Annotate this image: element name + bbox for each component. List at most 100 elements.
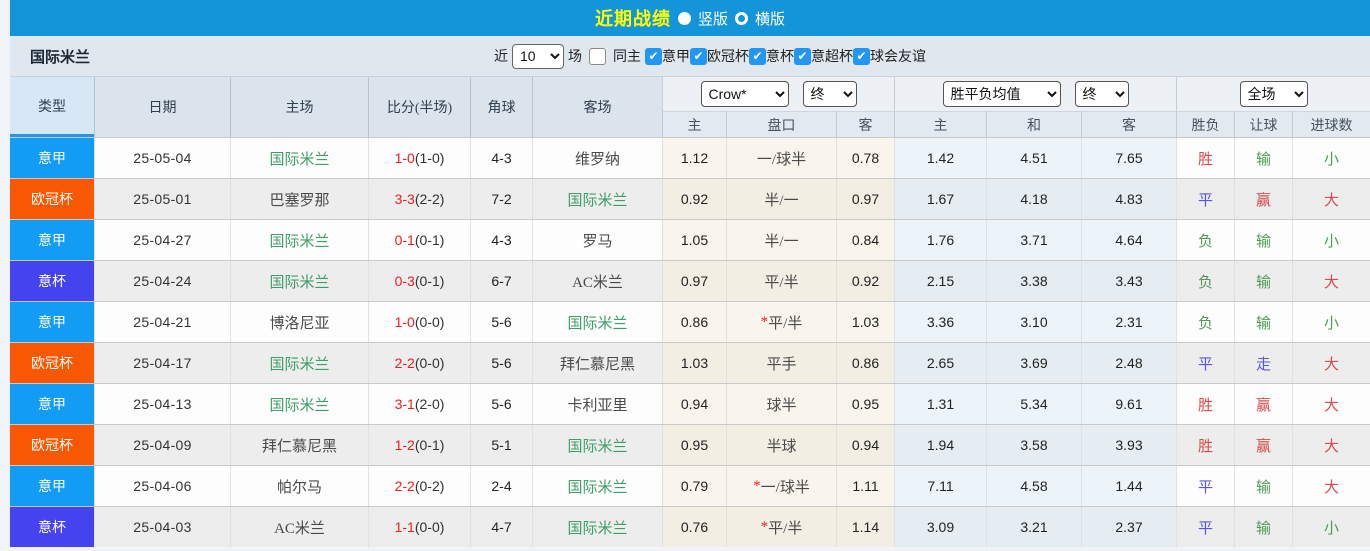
fulltime-score: 0-3 [394, 273, 415, 289]
header-corner[interactable]: 角球 [470, 77, 532, 137]
avg-draw-odds: 4.51 [986, 138, 1081, 178]
result-goals: 大 [1292, 384, 1370, 424]
league-checkbox-ucl[interactable]: ✔ [690, 47, 707, 65]
same-home-label: 同主 [613, 48, 641, 64]
odds-home: 0.76 [662, 507, 726, 547]
score-cell: 3-3 (2-2) [368, 179, 470, 219]
avg-win-odds: 1.76 [894, 220, 986, 260]
home-team: 巴塞罗那 [230, 179, 368, 219]
league-badge: 意甲 [10, 466, 94, 506]
match-date: 25-05-04 [94, 138, 230, 178]
league-badge: 意甲 [10, 302, 94, 342]
odds-away: 0.84 [836, 220, 894, 260]
result-goals: 小 [1292, 507, 1370, 547]
layout-radio-horizontal[interactable]: 横版 [735, 8, 785, 29]
live-star-icon: * [760, 518, 769, 535]
away-team: 国际米兰 [532, 425, 662, 465]
league-badge: 意杯 [10, 261, 94, 301]
halftime-score: (0-0) [414, 314, 445, 330]
corner-score: 4-3 [470, 138, 532, 178]
corner-score: 5-6 [470, 343, 532, 383]
home-team: 国际米兰 [230, 343, 368, 383]
result-wdl: 负 [1176, 302, 1234, 342]
avg-win-odds: 2.15 [894, 261, 986, 301]
result-goals: 小 [1292, 302, 1370, 342]
result-handicap: 输 [1234, 220, 1292, 260]
league-checkbox-friendly[interactable]: ✔ [853, 47, 870, 65]
avg-draw-odds: 4.58 [986, 466, 1081, 506]
count-unit-label: 场 [568, 48, 582, 64]
fulltime-score: 2-2 [394, 478, 415, 494]
fulltime-score: 0-1 [394, 232, 415, 248]
handicap-text: 平/半 [768, 315, 803, 332]
league-badge: 意甲 [10, 384, 94, 424]
scope-select[interactable]: 全场 [1239, 81, 1308, 107]
result-handicap: 输 [1234, 261, 1292, 301]
avg-lose-odds: 7.65 [1081, 138, 1176, 178]
league-label-ucl: 欧冠杯 [707, 48, 749, 64]
result-goals: 大 [1292, 179, 1370, 219]
match-date: 25-04-21 [94, 302, 230, 342]
header-date[interactable]: 日期 [94, 77, 230, 137]
avg-state-select[interactable]: 终 [1074, 81, 1129, 107]
handicap-line: 半球 [726, 425, 836, 465]
topbar: 近期战绩 竖版 横版 [10, 0, 1370, 36]
handicap-text: 半球 [766, 438, 797, 455]
avg-win-odds: 1.94 [894, 425, 986, 465]
avg-lose-odds: 2.37 [1081, 507, 1176, 547]
league-checkbox-supercoppa[interactable]: ✔ [794, 47, 811, 65]
avg-type-select[interactable]: 胜平负均值 [942, 81, 1061, 107]
corner-score: 7-2 [470, 179, 532, 219]
handicap-text: 一/球半 [760, 479, 810, 496]
odds-state-select[interactable]: 终 [802, 81, 857, 107]
away-team: 国际米兰 [532, 179, 662, 219]
league-badge: 欧冠杯 [10, 425, 94, 465]
same-home-checkbox[interactable] [589, 47, 606, 65]
odds-away: 0.86 [836, 343, 894, 383]
result-wdl: 胜 [1176, 425, 1234, 465]
score-cell: 2-2 (0-0) [368, 343, 470, 383]
header-type[interactable]: 类型 [10, 77, 94, 137]
result-handicap: 赢 [1234, 384, 1292, 424]
header-home[interactable]: 主场 [230, 77, 368, 137]
league-label-serie-a: 意甲 [662, 48, 690, 64]
away-team: 维罗纳 [532, 138, 662, 178]
odds-home: 1.05 [662, 220, 726, 260]
result-handicap: 输 [1234, 302, 1292, 342]
table-body: 意甲 25-05-04 国际米兰 1-0 (1-0) 4-3 维罗纳 1.12 一… [10, 137, 1370, 547]
layout-radio-vertical[interactable]: 竖版 [677, 8, 728, 29]
match-count-select[interactable]: 10 [512, 43, 564, 69]
league-checkbox-serie-a[interactable]: ✔ [645, 47, 662, 65]
radio-horizontal-label: 横版 [755, 10, 786, 28]
header-score[interactable]: 比分(半场) [368, 77, 470, 137]
avg-lose-odds: 4.83 [1081, 179, 1176, 219]
avg-win-odds: 1.31 [894, 384, 986, 424]
fulltime-score: 1-0 [394, 150, 415, 166]
handicap-text: 一/球半 [756, 151, 807, 168]
near-label: 近 [494, 48, 508, 64]
league-badge: 意甲 [10, 138, 94, 178]
avg-win-odds: 3.36 [894, 302, 986, 342]
score-cell: 0-3 (0-1) [368, 261, 470, 301]
match-date: 25-05-01 [94, 179, 230, 219]
subheader-avg-lose: 客 [1081, 111, 1176, 137]
away-team: 罗马 [532, 220, 662, 260]
header-away[interactable]: 客场 [532, 77, 662, 137]
radio-unselected-icon[interactable] [735, 11, 748, 25]
avg-draw-odds: 3.69 [986, 343, 1081, 383]
league-checkbox-coppa[interactable]: ✔ [749, 47, 766, 65]
corner-score: 5-1 [470, 425, 532, 465]
fulltime-score: 2-2 [394, 355, 415, 371]
result-goals: 大 [1292, 466, 1370, 506]
result-wdl: 平 [1176, 343, 1234, 383]
result-wdl: 平 [1176, 507, 1234, 547]
home-team: AC米兰 [230, 507, 368, 547]
corner-score: 5-6 [470, 302, 532, 342]
handicap-line: * 一/球半 [726, 466, 836, 506]
match-date: 25-04-27 [94, 220, 230, 260]
home-team: 国际米兰 [230, 384, 368, 424]
bookmaker-select[interactable]: Crow* [700, 81, 789, 107]
league-badge: 欧冠杯 [10, 179, 94, 219]
avg-draw-odds: 5.34 [986, 384, 1081, 424]
radio-selected-icon[interactable] [677, 11, 691, 25]
